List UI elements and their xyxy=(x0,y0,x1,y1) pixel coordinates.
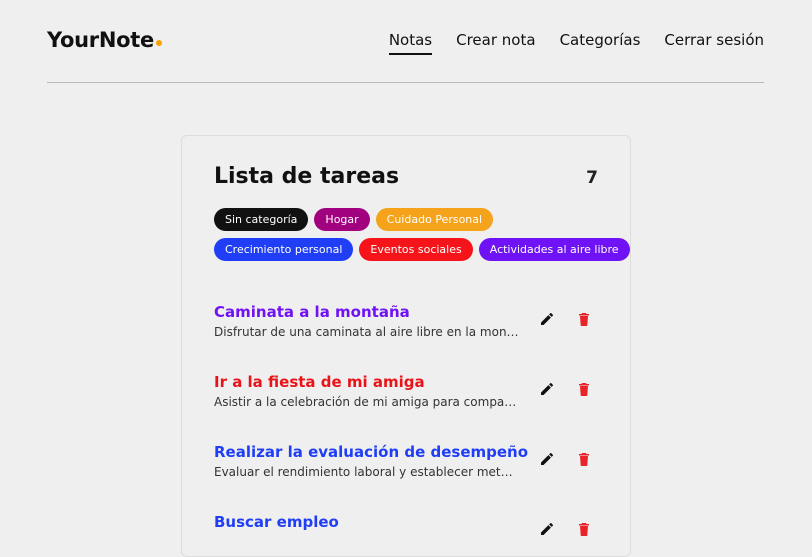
pencil-icon[interactable] xyxy=(539,521,555,537)
task-list-card: Lista de tareas 7 Sin categoría Hogar Cu… xyxy=(181,135,631,557)
trash-icon[interactable] xyxy=(576,381,592,397)
category-tag-sin-categoria[interactable]: Sin categoría xyxy=(214,208,309,231)
pencil-icon[interactable] xyxy=(539,381,555,397)
logo[interactable]: YourNote xyxy=(47,28,162,52)
trash-icon[interactable] xyxy=(576,451,592,467)
task-description: Evaluar el rendimiento laboral y estable… xyxy=(214,465,519,479)
category-tag-crecimiento-personal[interactable]: Crecimiento personal xyxy=(214,238,354,261)
category-tag-hogar[interactable]: Hogar xyxy=(314,208,370,231)
trash-icon[interactable] xyxy=(576,521,592,537)
logo-dot xyxy=(155,40,162,46)
task-description: Disfrutar de una caminata al aire libre … xyxy=(214,325,519,339)
category-tag-eventos-sociales[interactable]: Eventos sociales xyxy=(359,238,473,261)
logo-text[interactable]: YourNote xyxy=(47,28,154,52)
task-item: Buscar empleo xyxy=(214,513,604,557)
task-count: 7 xyxy=(586,168,598,188)
task-description: Asistir a la celebración de mi amiga par… xyxy=(214,395,519,409)
main-nav: Notas Crear nota Categorías Cerrar sesió… xyxy=(365,31,764,55)
nav-notas[interactable]: Notas xyxy=(388,31,433,55)
nav-crear-nota[interactable]: Crear nota xyxy=(456,31,535,55)
category-tag-actividades-aire-libre[interactable]: Actividades al aire libre xyxy=(478,238,630,261)
pencil-icon[interactable] xyxy=(539,311,555,327)
pencil-icon[interactable] xyxy=(539,451,555,467)
category-tag-cuidado-personal[interactable]: Cuidado Personal xyxy=(375,208,494,231)
card-title: Lista de tareas xyxy=(214,164,400,189)
task-item: Ir a la fiesta de mi amiga Asistir a la … xyxy=(214,373,604,417)
category-filters: Sin categoría Hogar Cuidado Personal Cre… xyxy=(214,208,630,268)
nav-categorias[interactable]: Categorías xyxy=(560,31,641,55)
nav-cerrar-sesion[interactable]: Cerrar sesión xyxy=(664,31,764,55)
site-header: YourNote Notas Crear nota Categorías Cer… xyxy=(47,0,764,83)
trash-icon[interactable] xyxy=(576,311,592,327)
task-item: Caminata a la montaña Disfrutar de una c… xyxy=(214,303,604,347)
task-item: Realizar la evaluación de desempeño Eval… xyxy=(214,443,604,487)
